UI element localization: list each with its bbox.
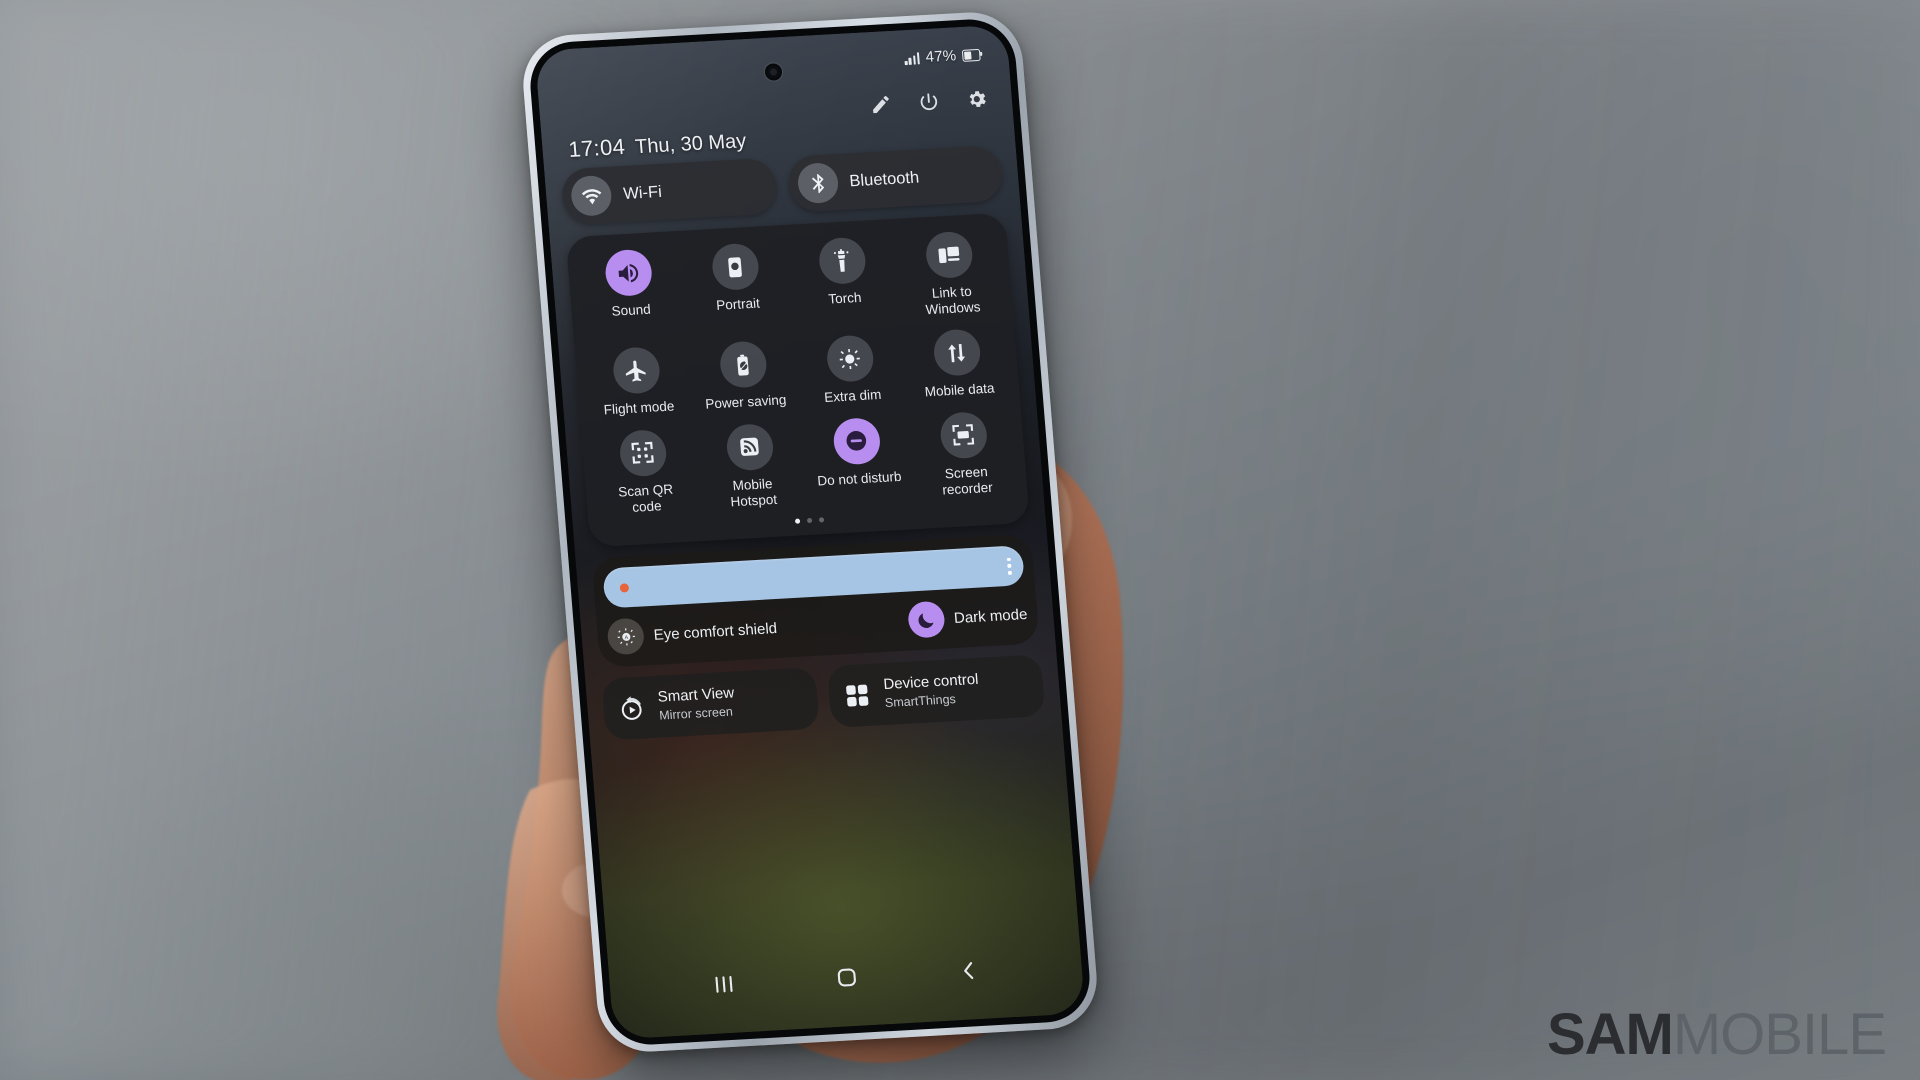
tile-label: Screen recorder <box>941 463 994 498</box>
dark-mode-toggle[interactable]: Dark mode <box>906 596 1029 639</box>
bluetooth-label: Bluetooth <box>848 167 920 190</box>
device-control-text: Device control SmartThings <box>883 671 981 712</box>
tile-label: Mobile Hotspot <box>729 476 778 509</box>
recents-icon <box>715 975 733 993</box>
back-button[interactable] <box>958 959 980 982</box>
tile-mobile-hotspot[interactable]: Mobile Hotspot <box>694 421 808 511</box>
home-icon <box>837 968 856 987</box>
settings-gear-icon[interactable] <box>965 88 989 111</box>
sound-icon <box>603 248 653 298</box>
smart-view-subtitle: Mirror screen <box>658 704 734 723</box>
tile-extra-dim[interactable]: Extra dim <box>794 333 906 407</box>
smart-view-title: Smart View <box>657 684 735 706</box>
power-saving-icon <box>718 340 768 390</box>
wifi-label: Wi-Fi <box>622 182 663 203</box>
sammobile-watermark: SAMMOBILE <box>1547 1006 1887 1064</box>
tile-label: Mobile data <box>924 380 996 400</box>
tile-label: Link to Windows <box>925 283 981 317</box>
tile-label: Sound <box>611 301 652 319</box>
tile-label: Power saving <box>704 392 787 412</box>
smart-view-icon <box>614 692 649 726</box>
status-bar: 47% <box>904 46 981 67</box>
portrait-lock-icon <box>710 242 760 292</box>
tile-flight-mode[interactable]: Flight mode <box>581 345 693 419</box>
smart-view-card[interactable]: Smart View Mirror screen <box>601 667 820 741</box>
bottom-cards-row: Smart View Mirror screen Device control … <box>601 654 1046 741</box>
tile-label: Flight mode <box>603 398 675 418</box>
tile-link-to-windows[interactable]: Link to Windows <box>893 229 1007 319</box>
bluetooth-tile[interactable]: Bluetooth <box>786 144 1005 213</box>
brightness-toggles-row: A Eye comfort shield Dark mode <box>606 596 1029 656</box>
battery-icon <box>961 48 981 62</box>
edit-icon[interactable] <box>869 93 893 116</box>
smartphone: 47% 17:04 Thu, 30 May Wi-Fi Bluetooth So… <box>519 9 1101 1055</box>
bluetooth-icon <box>795 162 840 205</box>
home-button[interactable] <box>835 966 859 989</box>
clock-label: 17:04 <box>567 133 627 162</box>
scan-qr-icon <box>617 429 668 478</box>
brightness-knob[interactable] <box>619 583 630 593</box>
power-icon[interactable] <box>917 90 941 113</box>
tile-scan-qr-code[interactable]: Scan QR code <box>587 427 701 517</box>
device-control-subtitle: SmartThings <box>884 692 957 711</box>
date-label: Thu, 30 May <box>634 130 748 159</box>
flight-mode-icon <box>611 346 661 396</box>
tile-label: Do not disturb <box>816 468 902 489</box>
smart-view-text: Smart View Mirror screen <box>657 685 736 725</box>
mobile-data-icon <box>931 328 982 378</box>
recents-button[interactable] <box>712 974 736 995</box>
link-to-windows-icon <box>923 230 974 280</box>
tile-label: Extra dim <box>823 387 882 406</box>
tile-label: Torch <box>827 289 862 307</box>
do-not-disturb-icon <box>831 417 882 466</box>
dark-mode-label: Dark mode <box>953 605 1028 627</box>
device-control-title: Device control <box>882 671 980 694</box>
tile-torch[interactable]: Torch <box>787 235 901 325</box>
tile-row-1: Sound Portrait Torch Link to Windows <box>573 229 1007 337</box>
page-dot-3[interactable] <box>818 517 824 523</box>
watermark-bold: SAM <box>1546 1002 1674 1067</box>
wifi-tile[interactable]: Wi-Fi <box>560 157 778 226</box>
device-control-card[interactable]: Device control SmartThings <box>826 654 1046 729</box>
eye-comfort-shield-icon: A <box>606 617 646 656</box>
screen-recorder-icon <box>938 411 989 460</box>
tile-mobile-data[interactable]: Mobile data <box>901 327 1013 401</box>
torch-icon <box>817 236 867 286</box>
quick-settings-tiles-card: Sound Portrait Torch Link to Windows Fli… <box>565 212 1030 548</box>
battery-percent-label: 47% <box>925 47 957 66</box>
eye-comfort-shield-toggle[interactable]: A Eye comfort shield <box>606 603 909 656</box>
signal-bars-icon <box>904 51 921 65</box>
tile-label: Portrait <box>715 295 761 313</box>
tile-do-not-disturb[interactable]: Do not disturb <box>801 415 915 505</box>
dark-mode-icon <box>906 600 946 639</box>
tile-screen-recorder[interactable]: Screen recorder <box>908 409 1022 499</box>
tile-portrait[interactable]: Portrait <box>680 241 794 331</box>
extra-dim-icon <box>824 334 875 384</box>
watermark-light: MOBILE <box>1672 1002 1887 1067</box>
phone-screen: 47% 17:04 Thu, 30 May Wi-Fi Bluetooth So… <box>534 24 1086 1040</box>
tile-row-2: Flight mode Power saving Extra dim Mobil… <box>581 327 1014 419</box>
wifi-icon <box>569 174 613 217</box>
page-dot-1[interactable] <box>794 518 800 525</box>
quick-settings-panel: 17:04 Thu, 30 May Wi-Fi Bluetooth Sound … <box>539 80 1085 1039</box>
tile-power-saving[interactable]: Power saving <box>688 339 800 413</box>
screenshot-stage: 47% 17:04 Thu, 30 May Wi-Fi Bluetooth So… <box>0 0 1920 1080</box>
tile-row-3: Scan QR code Mobile Hotspot Do not distu… <box>587 409 1021 517</box>
mobile-hotspot-icon <box>724 423 775 472</box>
page-dot-2[interactable] <box>806 518 812 524</box>
device-control-icon <box>840 679 875 713</box>
brightness-card: A Eye comfort shield Dark mode <box>591 533 1040 669</box>
tile-sound[interactable]: Sound <box>573 247 687 337</box>
eye-comfort-shield-label: Eye comfort shield <box>653 619 778 644</box>
tile-label: Scan QR code <box>617 481 674 515</box>
back-icon <box>964 961 974 980</box>
kebab-menu-icon[interactable] <box>1007 557 1013 576</box>
front-camera-punchhole <box>764 63 783 81</box>
